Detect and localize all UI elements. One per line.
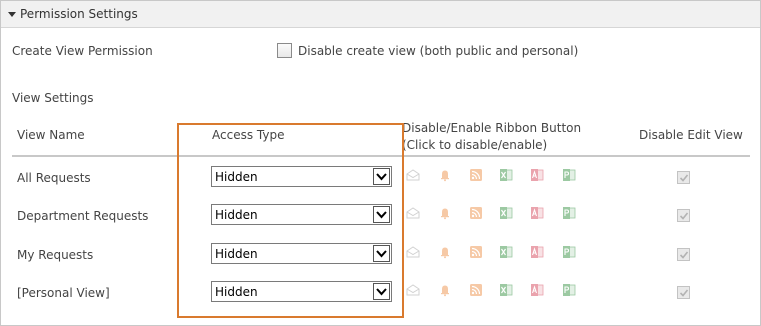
panel-header[interactable]: Permission Settings [1, 1, 760, 28]
disable-edit-view-checkbox[interactable] [677, 209, 690, 222]
alert-bell-icon[interactable] [438, 283, 452, 297]
access-type-value: Hidden [215, 170, 258, 184]
excel-icon[interactable] [499, 245, 513, 259]
access-type-select[interactable]: Hidden [211, 166, 392, 187]
project-icon[interactable] [562, 206, 576, 220]
mail-icon[interactable] [406, 245, 420, 259]
alert-bell-icon[interactable] [438, 206, 452, 220]
view-name-cell: My Requests [17, 248, 94, 262]
disable-create-view-label[interactable]: Disable create view (both public and per… [298, 44, 578, 58]
alert-bell-icon[interactable] [438, 245, 452, 259]
access-type-select[interactable]: Hidden [211, 281, 392, 302]
create-view-label: Create View Permission [12, 44, 153, 58]
access-icon[interactable] [530, 283, 544, 297]
rss-icon[interactable] [469, 168, 483, 182]
rss-icon[interactable] [469, 245, 483, 259]
access-icon[interactable] [530, 206, 544, 220]
mail-icon[interactable] [406, 168, 420, 182]
access-type-value: Hidden [215, 208, 258, 222]
disable-edit-view-checkbox[interactable] [677, 248, 690, 261]
col-header-disable-edit: Disable Edit View [639, 128, 743, 142]
project-icon[interactable] [562, 245, 576, 259]
view-name-cell: All Requests [17, 171, 91, 185]
collapse-caret-icon[interactable] [8, 12, 16, 17]
mail-icon[interactable] [406, 206, 420, 220]
excel-icon[interactable] [499, 283, 513, 297]
rss-icon[interactable] [469, 206, 483, 220]
chevron-down-icon[interactable] [373, 283, 390, 300]
rss-icon[interactable] [469, 283, 483, 297]
view-name-cell: [Personal View] [17, 286, 110, 300]
view-settings-heading: View Settings [12, 91, 94, 105]
access-type-select[interactable]: Hidden [211, 204, 392, 225]
chevron-down-icon[interactable] [373, 206, 390, 223]
access-type-value: Hidden [215, 247, 258, 261]
col-header-ribbon: Disable/Enable Ribbon Button (Click to d… [402, 121, 582, 152]
view-name-cell: Department Requests [17, 209, 149, 223]
project-icon[interactable] [562, 168, 576, 182]
disable-create-view-checkbox[interactable] [277, 43, 292, 58]
access-icon[interactable] [530, 245, 544, 259]
excel-icon[interactable] [499, 206, 513, 220]
access-type-value: Hidden [215, 285, 258, 299]
mail-icon[interactable] [406, 283, 420, 297]
panel-title: Permission Settings [20, 7, 138, 21]
col-header-view-name: View Name [17, 128, 85, 142]
chevron-down-icon[interactable] [373, 245, 390, 262]
excel-icon[interactable] [499, 168, 513, 182]
chevron-down-icon[interactable] [373, 168, 390, 185]
disable-edit-view-checkbox[interactable] [677, 171, 690, 184]
access-type-select[interactable]: Hidden [211, 243, 392, 264]
access-icon[interactable] [530, 168, 544, 182]
alert-bell-icon[interactable] [438, 168, 452, 182]
project-icon[interactable] [562, 283, 576, 297]
disable-edit-view-checkbox[interactable] [677, 286, 690, 299]
